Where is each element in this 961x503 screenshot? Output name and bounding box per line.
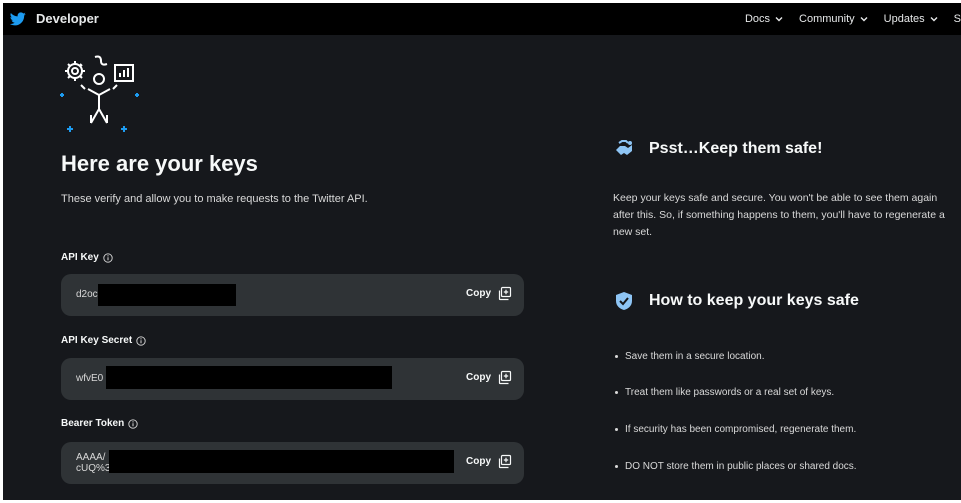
top-nav: Docs Community Updates S bbox=[729, 13, 961, 25]
bullet-dot bbox=[615, 428, 618, 431]
bearer-token-label: Bearer Token bbox=[61, 418, 138, 429]
keys-panel: Here are your keys These verify and allo… bbox=[3, 35, 543, 500]
nav-truncated[interactable]: S bbox=[954, 13, 961, 25]
handshake-shield-icon bbox=[616, 140, 632, 155]
psst-text: Keep your keys safe and secure. You won'… bbox=[613, 192, 945, 238]
api-key-secret-label-text: API Key Secret bbox=[61, 335, 133, 346]
nav-updates[interactable]: Updates bbox=[884, 13, 938, 25]
brand[interactable]: Developer bbox=[10, 11, 99, 26]
page-title: Here are your keys bbox=[61, 151, 258, 176]
tip-text: Treat them like passwords or a real set … bbox=[625, 387, 835, 398]
api-key-copy-button[interactable]: Copy bbox=[466, 286, 512, 301]
psst-heading: Psst…Keep them safe! bbox=[613, 139, 822, 159]
list-item: Save them in a secure location. bbox=[615, 351, 765, 362]
api-key-secret-label: API Key Secret bbox=[61, 335, 146, 346]
nav-community[interactable]: Community bbox=[799, 13, 868, 25]
api-key-label: API Key bbox=[61, 252, 113, 263]
nav-updates-label: Updates bbox=[883, 13, 925, 25]
twitter-bird-icon bbox=[10, 11, 26, 25]
bearer-token-value-line2: cUQ%3 bbox=[76, 463, 111, 474]
bullet-dot bbox=[615, 465, 618, 468]
how-title: How to keep your keys safe bbox=[649, 292, 859, 309]
chevron-down-icon bbox=[860, 17, 868, 22]
copy-label: Copy bbox=[466, 372, 491, 383]
redaction-bar bbox=[106, 366, 392, 389]
nav-truncated-label: S bbox=[953, 13, 961, 25]
api-key-value: d2oc bbox=[76, 289, 98, 300]
api-key-label-text: API Key bbox=[61, 252, 99, 263]
list-item: Treat them like passwords or a real set … bbox=[615, 387, 834, 398]
api-key-secret-copy-button[interactable]: Copy bbox=[466, 370, 512, 385]
safety-tips-panel: Psst…Keep them safe! Keep your keys safe… bbox=[603, 35, 961, 500]
bearer-token-value-line1: AAAA/ bbox=[76, 452, 106, 463]
info-icon[interactable] bbox=[136, 335, 146, 346]
list-item: If security has been compromised, regene… bbox=[615, 424, 856, 435]
chevron-down-icon bbox=[930, 17, 938, 22]
nav-docs-label: Docs bbox=[744, 13, 771, 25]
copy-label: Copy bbox=[466, 456, 491, 467]
how-heading: How to keep your keys safe bbox=[613, 291, 859, 311]
psst-title: Psst…Keep them safe! bbox=[649, 140, 823, 157]
copy-icon bbox=[498, 370, 512, 385]
nav-docs[interactable]: Docs bbox=[745, 13, 783, 25]
copy-icon bbox=[498, 454, 512, 469]
bearer-token-field[interactable]: AAAA/ cUQ%3 Copy bbox=[61, 442, 524, 484]
page-subtitle: These verify and allow you to make reque… bbox=[61, 193, 368, 205]
info-icon[interactable] bbox=[128, 418, 138, 429]
api-key-secret-value: wfvE0 bbox=[76, 373, 104, 384]
nav-community-label: Community bbox=[799, 13, 855, 25]
shield-check-icon bbox=[616, 292, 632, 310]
brand-label: Developer bbox=[36, 11, 99, 26]
tip-text: Save them in a secure location. bbox=[625, 351, 765, 362]
developer-portal-window: Developer Docs Community Updates S Here … bbox=[3, 3, 961, 500]
tip-text: DO NOT store them in public places or sh… bbox=[625, 461, 857, 472]
copy-icon bbox=[498, 286, 512, 301]
redaction-bar bbox=[109, 450, 454, 473]
developer-illustration bbox=[60, 55, 139, 132]
bullet-dot bbox=[615, 355, 618, 358]
list-item: DO NOT store them in public places or sh… bbox=[615, 461, 857, 472]
bullet-dot bbox=[615, 391, 618, 394]
chevron-down-icon bbox=[775, 17, 783, 22]
api-key-field[interactable]: d2oc Copy bbox=[61, 274, 524, 316]
top-navigation-bar: Developer Docs Community Updates S bbox=[3, 3, 961, 35]
bearer-token-label-text: Bearer Token bbox=[61, 418, 125, 429]
bearer-token-copy-button[interactable]: Copy bbox=[466, 454, 512, 469]
tip-text: If security has been compromised, regene… bbox=[625, 424, 857, 435]
copy-label: Copy bbox=[466, 288, 491, 299]
api-key-secret-field[interactable]: wfvE0 Copy bbox=[61, 358, 524, 400]
redaction-bar bbox=[98, 284, 236, 306]
info-icon[interactable] bbox=[103, 252, 113, 263]
